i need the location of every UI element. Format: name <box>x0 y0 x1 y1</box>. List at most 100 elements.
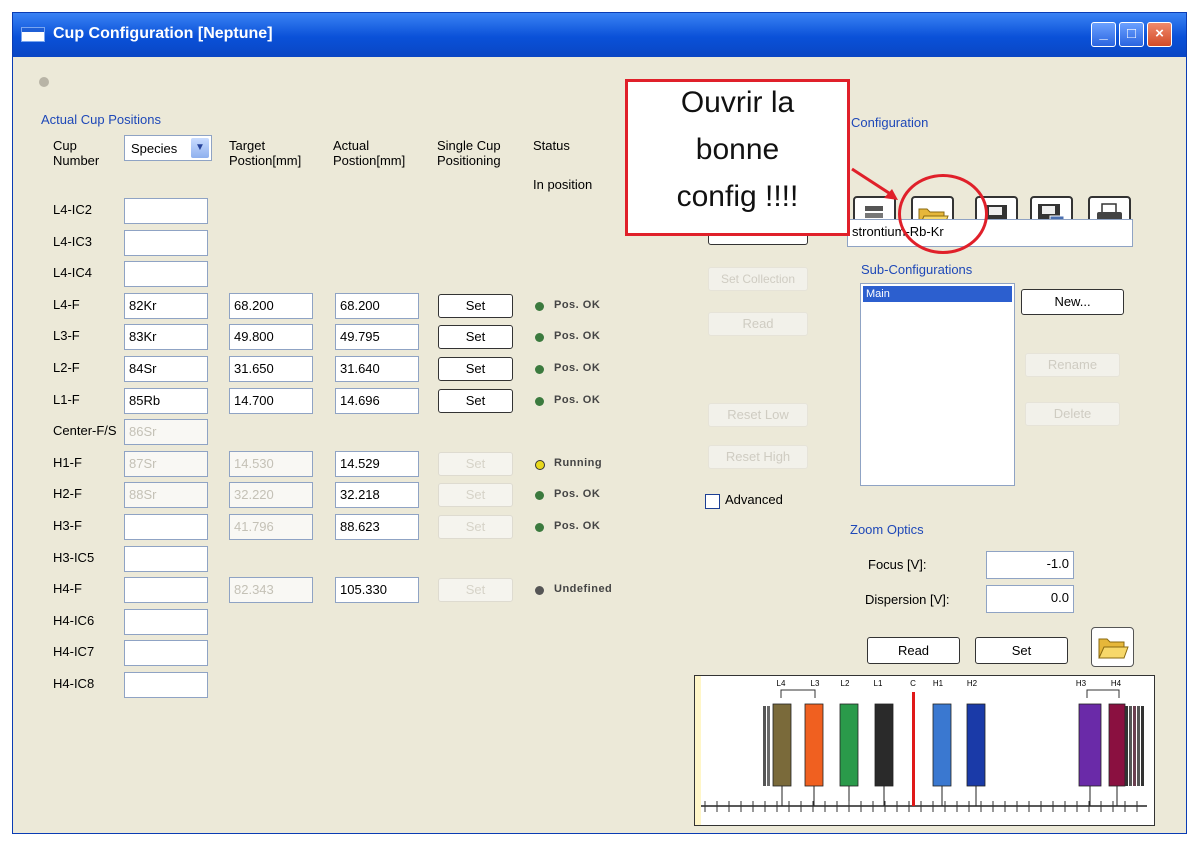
set-collection-button[interactable]: Set Collection <box>708 267 808 291</box>
status-indicator-icon <box>535 333 544 342</box>
species-field[interactable] <box>124 577 208 603</box>
focus-field[interactable]: -1.0 <box>986 551 1074 579</box>
annotation-circle <box>898 174 988 254</box>
rename-subconfig-button[interactable]: Rename <box>1025 353 1120 377</box>
cup-row-label: Center-F/S <box>53 423 117 438</box>
set-cup-button[interactable]: Set <box>438 578 513 602</box>
species-field[interactable]: 84Sr <box>124 356 208 382</box>
diagram-center-slit <box>912 692 915 806</box>
species-field[interactable]: 87Sr <box>124 451 208 477</box>
zoom-read-button[interactable]: Read <box>867 637 960 664</box>
diagram-cup-label: H2 <box>967 679 978 688</box>
cup-configuration-window: Cup Configuration [Neptune] _ □ × Actual… <box>12 12 1187 834</box>
new-subconfig-button[interactable]: New... <box>1021 289 1124 315</box>
diagram-cup-label: L3 <box>811 679 820 688</box>
species-field[interactable] <box>124 609 208 635</box>
list-item[interactable]: Main <box>863 286 1012 302</box>
status-text: Undefined <box>554 583 613 595</box>
target-position-field[interactable]: 14.530 <box>229 451 313 477</box>
diagram-cup-label: H3 <box>1076 679 1087 688</box>
status-text: Pos. OK <box>554 362 601 374</box>
set-cup-button[interactable]: Set <box>438 357 513 381</box>
reset-high-button[interactable]: Reset High <box>708 445 808 469</box>
client-area: Actual Cup Positions Cup Number Species … <box>13 57 1186 833</box>
cup-row-label: L4-IC2 <box>53 202 93 217</box>
zoom-optics-label: Zoom Optics <box>850 522 924 537</box>
set-cup-button[interactable]: Set <box>438 452 513 476</box>
species-field[interactable] <box>124 672 208 698</box>
target-position-field[interactable]: 49.800 <box>229 324 313 350</box>
diagram-cup-label: L4 <box>777 679 786 688</box>
annotation-callout-overlay: bonne config !!!! <box>625 79 850 236</box>
set-cup-button[interactable]: Set <box>438 294 513 318</box>
actual-position-field: 31.640 <box>335 356 419 382</box>
species-field[interactable] <box>124 198 208 224</box>
target-position-field[interactable]: 68.200 <box>229 293 313 319</box>
species-select-value: Species <box>131 141 178 156</box>
cup-layout-graphic: L4 L3 L2 L1 C H1 H2 H3 H4 <box>695 676 1147 825</box>
status-text: Pos. OK <box>554 488 601 500</box>
dispersion-label: Dispersion [V]: <box>865 592 950 607</box>
actual-position-field: 14.529 <box>335 451 419 477</box>
species-field[interactable]: 83Kr <box>124 324 208 350</box>
sub-configurations-label: Sub-Configurations <box>861 262 973 277</box>
configuration-name-field[interactable]: strontium-Rb-Kr <box>847 219 1133 247</box>
species-field[interactable] <box>124 640 208 666</box>
set-cup-button[interactable]: Set <box>438 325 513 349</box>
species-field[interactable]: 82Kr <box>124 293 208 319</box>
actual-position-header: Actual Postion[mm] <box>333 138 406 168</box>
cup-row-label: H1-F <box>53 455 82 470</box>
diagram-cup <box>1078 703 1102 787</box>
maximize-button[interactable]: □ <box>1119 22 1144 47</box>
read-button[interactable]: Read <box>708 312 808 336</box>
dispersion-field[interactable]: 0.0 <box>986 585 1074 613</box>
species-field[interactable] <box>124 514 208 540</box>
reset-low-button[interactable]: Reset Low <box>708 403 808 427</box>
configuration-label: Configuration <box>851 115 929 130</box>
sub-configurations-list[interactable]: Main <box>860 283 1015 486</box>
cup-number-header: Cup Number <box>53 138 100 168</box>
diagram-cup <box>839 703 859 787</box>
species-field[interactable]: 88Sr <box>124 482 208 508</box>
chevron-down-icon: ▼ <box>191 138 209 158</box>
target-position-field[interactable]: 32.220 <box>229 482 313 508</box>
set-cup-button[interactable]: Set <box>438 515 513 539</box>
target-position-field[interactable]: 14.700 <box>229 388 313 414</box>
grip-icon <box>39 77 49 87</box>
title-bar[interactable]: Cup Configuration [Neptune] _ □ × <box>13 13 1186 57</box>
set-cup-button[interactable]: Set <box>438 389 513 413</box>
status-text: Pos. OK <box>554 330 601 342</box>
species-select[interactable]: Species ▼ <box>124 135 212 161</box>
diagram-ion-counter <box>1125 706 1128 786</box>
status-indicator-icon <box>535 397 544 406</box>
diagram-cup <box>804 703 824 787</box>
cup-row-label: L4-IC4 <box>53 265 93 280</box>
species-field[interactable]: 86Sr <box>124 419 208 445</box>
species-field[interactable]: 85Rb <box>124 388 208 414</box>
advanced-checkbox[interactable] <box>705 494 720 509</box>
zoom-set-button[interactable]: Set <box>975 637 1068 664</box>
species-field[interactable] <box>124 546 208 572</box>
cup-row-label: H2-F <box>53 486 82 501</box>
close-button[interactable]: × <box>1147 22 1172 47</box>
diagram-cup <box>874 703 894 787</box>
minimize-button[interactable]: _ <box>1091 22 1116 47</box>
diagram-cup-label: C <box>910 679 916 688</box>
cup-row-label: L4-IC3 <box>53 234 93 249</box>
cup-row-label: H4-F <box>53 581 82 596</box>
cup-row-label: L1-F <box>53 392 80 407</box>
target-position-field[interactable]: 31.650 <box>229 356 313 382</box>
species-field[interactable] <box>124 261 208 287</box>
zoom-open-button[interactable] <box>1091 627 1134 667</box>
cup-row-label: H4-IC7 <box>53 644 95 659</box>
status-text: Running <box>554 457 603 469</box>
cup-row-label: H4-IC8 <box>53 676 95 691</box>
delete-subconfig-button[interactable]: Delete <box>1025 402 1120 426</box>
status-indicator-icon <box>535 365 544 374</box>
species-field[interactable] <box>124 230 208 256</box>
diagram-ion-counter <box>1137 706 1140 786</box>
target-position-field[interactable]: 82.343 <box>229 577 313 603</box>
set-cup-button[interactable]: Set <box>438 483 513 507</box>
cup-row-label: H3-F <box>53 518 82 533</box>
target-position-field[interactable]: 41.796 <box>229 514 313 540</box>
